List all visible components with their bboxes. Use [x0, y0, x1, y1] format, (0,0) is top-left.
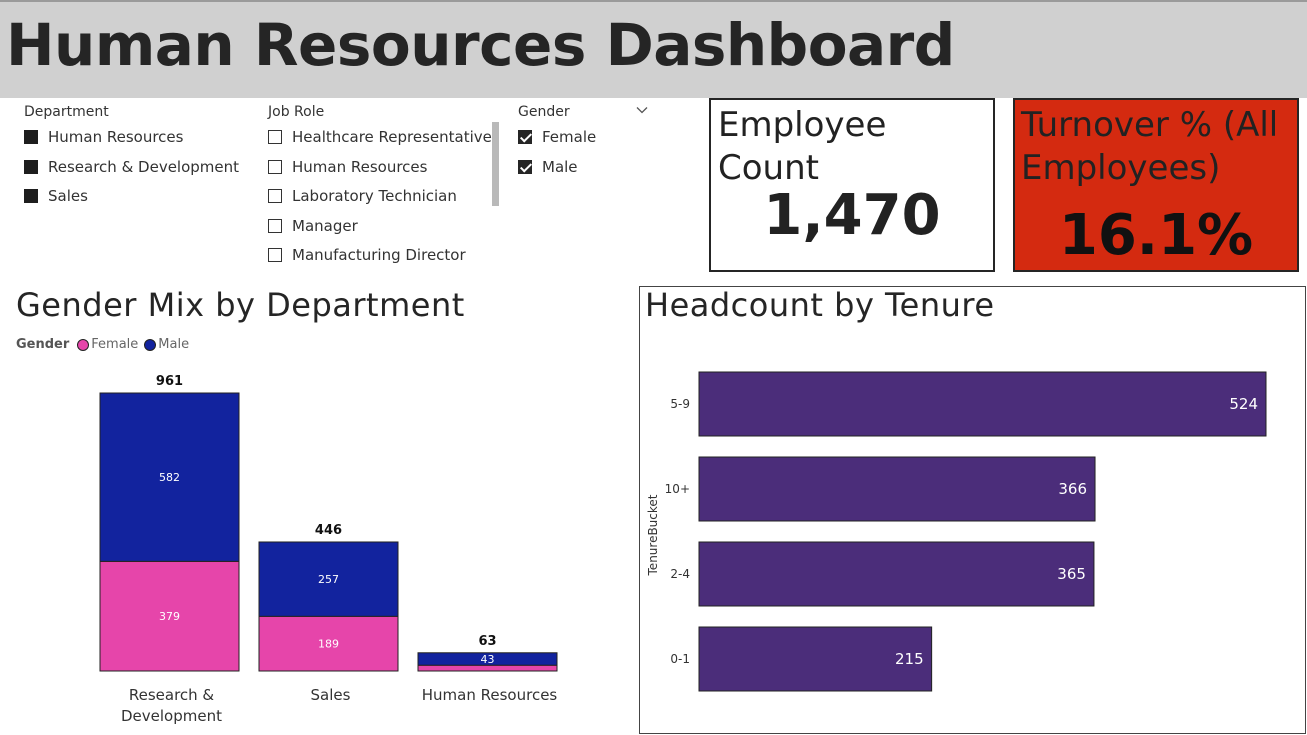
data-label: 379	[159, 610, 180, 623]
checkbox-checked[interactable]	[518, 130, 532, 144]
title-bar: Human Resources Dashboard	[0, 0, 1307, 98]
legend-swatch-male	[144, 338, 157, 351]
gender-slicer: Gender Female Male	[518, 104, 596, 187]
option-label: Healthcare Representative	[292, 128, 492, 146]
option-label: Human Resources	[48, 128, 184, 146]
gender-option-female[interactable]: Female	[518, 128, 596, 158]
gender-mix-legend: Gender Female Male	[16, 337, 189, 352]
checkbox[interactable]	[268, 159, 282, 174]
card-label: Employee Count	[718, 105, 887, 188]
legend-label-male[interactable]: Male	[158, 337, 189, 352]
job-role-slicer-title: Job Role	[268, 104, 325, 120]
gender-mix-chart: 379 582 961 Research & Development 189 257 446 S…	[99, 374, 558, 725]
legend-title: Gender	[16, 337, 70, 352]
data-label: 257	[318, 573, 339, 586]
turnover-value: 16.1%	[1058, 203, 1254, 268]
option-label: Female	[542, 128, 597, 146]
legend-label-female[interactable]: Female	[91, 337, 138, 352]
department-slicer-title: Department	[24, 104, 109, 120]
checkbox[interactable]	[268, 218, 282, 233]
job-role-option-laboratory-technician[interactable]: Laboratory Technician	[268, 187, 492, 217]
data-label: 189	[318, 638, 339, 651]
card-label: Turnover % (All Employees)	[1021, 104, 1278, 189]
checkbox[interactable]	[24, 189, 38, 203]
gender-option-male[interactable]: Male	[518, 158, 596, 188]
job-role-slicer: Job Role Healthcare Representative Human…	[268, 104, 492, 276]
category-label: Sales	[311, 686, 351, 704]
total-label: 446	[315, 523, 342, 538]
category-label: 10+	[665, 482, 690, 496]
employee-count-value: 1,470	[763, 183, 941, 248]
data-label: 215	[895, 650, 924, 668]
option-label: Male	[542, 157, 578, 176]
job-role-option-manufacturing-director[interactable]: Manufacturing Director	[268, 246, 492, 276]
total-label: 961	[156, 374, 183, 389]
option-label: Manager	[292, 216, 358, 235]
checkbox[interactable]	[24, 130, 38, 144]
department-slicer: Department Human Resources Research & De…	[24, 104, 239, 217]
card-label-line1: Turnover % (All	[1021, 105, 1279, 145]
job-role-option-human-resources[interactable]: Human Resources	[268, 158, 492, 188]
department-option-research-development[interactable]: Research & Development	[24, 158, 239, 188]
option-label: Human Resources	[292, 157, 428, 176]
job-role-scrollbar[interactable]	[492, 122, 499, 206]
bar	[698, 456, 1096, 522]
job-role-option-healthcare-representative[interactable]: Healthcare Representative	[268, 128, 492, 158]
option-label: Sales	[48, 187, 88, 205]
category-label: 0-1	[670, 652, 690, 666]
category-label: 5-9	[670, 397, 690, 411]
axis-title: TenureBucket	[646, 494, 660, 576]
job-role-option-manager[interactable]: Manager	[268, 217, 492, 247]
category-label: Development	[121, 707, 222, 725]
department-option-human-resources[interactable]: Human Resources	[24, 128, 239, 158]
card-label-line2: Employees)	[1021, 147, 1221, 188]
turnover-card: Turnover % (All Employees) 16.1%	[1013, 98, 1299, 272]
bar	[698, 541, 1095, 607]
chevron-down-icon[interactable]	[636, 104, 648, 116]
checkbox[interactable]	[24, 159, 38, 174]
gender-slicer-title: Gender	[518, 104, 570, 120]
checkbox[interactable]	[268, 130, 282, 144]
data-label: 524	[1229, 395, 1258, 413]
option-label: Research & Development	[48, 157, 240, 176]
department-option-sales[interactable]: Sales	[24, 187, 239, 217]
employee-count-card: Employee Count 1,470	[709, 98, 995, 272]
total-label: 63	[478, 634, 496, 649]
data-label: 43	[481, 653, 495, 666]
bar-segment	[417, 664, 558, 672]
legend-swatch-female	[77, 338, 90, 351]
tenure-chart: 524 5-9 366 10+ 365 2-4 215 0-1 TenureBucket	[646, 371, 1267, 692]
bar	[698, 371, 1267, 437]
data-label: 365	[1057, 565, 1086, 583]
tenure-chart-title: Headcount by Tenure	[645, 286, 995, 324]
checkbox[interactable]	[268, 248, 282, 262]
data-label: 366	[1058, 480, 1087, 498]
category-label: Research &	[129, 686, 215, 704]
gender-mix-chart-title: Gender Mix by Department	[16, 286, 465, 324]
category-label: Human Resources	[422, 686, 558, 704]
checkbox-checked[interactable]	[518, 159, 532, 174]
data-label: 582	[159, 471, 180, 484]
dashboard-title: Human Resources Dashboard	[6, 11, 955, 79]
checkbox[interactable]	[268, 189, 282, 203]
category-label: 2-4	[670, 567, 690, 581]
option-label: Laboratory Technician	[292, 187, 457, 205]
option-label: Manufacturing Director	[292, 246, 466, 264]
